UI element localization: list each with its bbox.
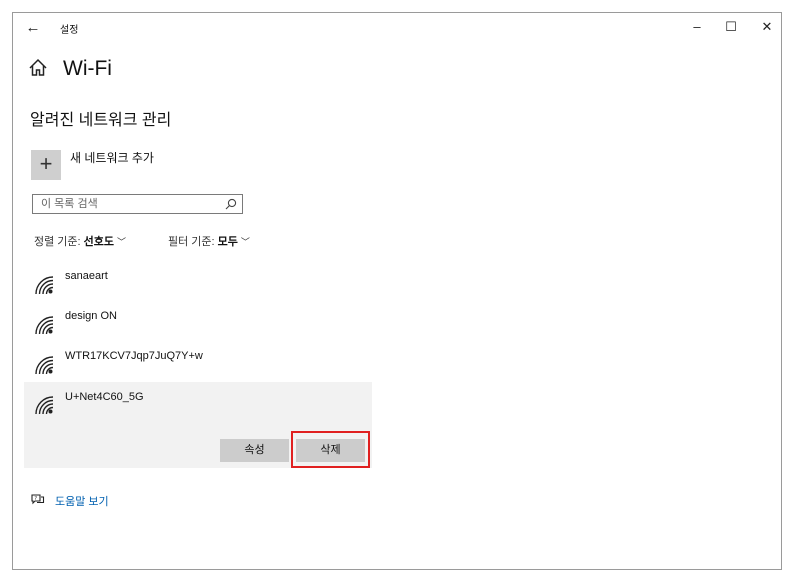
network-item[interactable]: sanaeart: [24, 263, 372, 303]
network-item[interactable]: WTR17KCV7Jqp7JuQ7Y+w: [24, 343, 372, 383]
help-chat-icon: ?: [31, 494, 45, 505]
section-title: 알려진 네트워크 관리: [30, 112, 172, 129]
network-name: WTR17KCV7Jqp7JuQ7Y+w: [65, 350, 203, 362]
svg-text:?: ?: [34, 496, 37, 502]
filter-label: 필터 기준:: [168, 236, 215, 248]
page-title: Wi-Fi: [63, 57, 112, 80]
minimize-button[interactable]: –: [679, 15, 715, 39]
network-name: U+Net4C60_5G: [65, 391, 144, 403]
maximize-button[interactable]: ☐: [713, 15, 749, 39]
wifi-icon: [35, 356, 54, 375]
filter-value: 모두: [217, 236, 238, 248]
back-button[interactable]: ←: [22, 17, 44, 39]
plus-icon: +: [39, 151, 53, 176]
help-link[interactable]: 도움말 보기: [55, 493, 109, 509]
chevron-down-icon: ﹀: [240, 237, 250, 247]
highlight-box: [291, 431, 370, 468]
sort-dropdown[interactable]: 정렬 기준: 선호도 ﹀: [34, 233, 126, 249]
search-box[interactable]: [32, 194, 243, 214]
home-icon: [29, 58, 47, 76]
search-input[interactable]: [33, 195, 221, 213]
close-button[interactable]: ✕: [749, 15, 785, 39]
network-name: design ON: [65, 310, 117, 322]
network-name: sanaeart: [65, 270, 108, 282]
add-network-button[interactable]: +: [31, 150, 61, 180]
settings-window: ← 설정 – ☐ ✕ Wi-Fi 알려진 네트워크 관리 + 새 네트워크 추가…: [12, 12, 782, 570]
wifi-icon: [35, 316, 54, 335]
network-item[interactable]: design ON: [24, 303, 372, 343]
properties-button[interactable]: 속성: [220, 439, 289, 462]
title-bar: ← 설정 – ☐ ✕: [13, 13, 781, 43]
wifi-icon: [35, 276, 54, 295]
sort-label: 정렬 기준:: [34, 236, 81, 248]
filter-dropdown[interactable]: 필터 기준: 모두 ﹀: [168, 233, 250, 249]
add-network-label[interactable]: 새 네트워크 추가: [70, 149, 154, 166]
sort-value: 선호도: [83, 236, 115, 248]
chevron-down-icon: ﹀: [117, 237, 127, 247]
search-icon[interactable]: [224, 197, 238, 211]
app-title: 설정: [60, 25, 79, 36]
wifi-icon: [35, 396, 54, 415]
